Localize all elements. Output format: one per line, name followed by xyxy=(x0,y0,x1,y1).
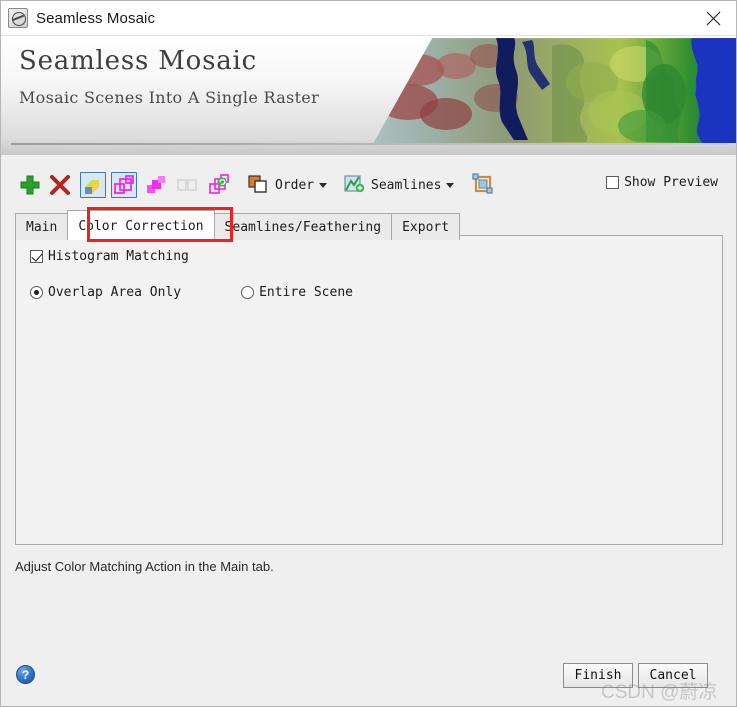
crop-frame-icon xyxy=(471,172,497,198)
radio-overlap-area-only-label: Overlap Area Only xyxy=(48,285,182,300)
order-menu-button[interactable]: Order xyxy=(246,169,328,201)
show-seams-button xyxy=(174,169,200,201)
cancel-button[interactable]: Cancel xyxy=(638,663,708,688)
banner-subtitle: Mosaic Scenes Into A Single Raster xyxy=(19,88,320,107)
seamless-mosaic-app-icon xyxy=(8,8,28,28)
tab-seamlines-feathering[interactable]: Seamlines/Feathering xyxy=(213,213,393,240)
add-scenes-button[interactable] xyxy=(17,169,43,201)
show-preview-checkbox-box[interactable] xyxy=(606,176,620,189)
help-button[interactable]: ? xyxy=(16,665,35,684)
toolbar: Order Seamlines Show Preview xyxy=(1,163,736,207)
magenta-outline-frames-icon xyxy=(111,172,137,198)
seamless-mosaic-dialog: Seamless Mosaic Seamless Mosaic Mosaic S… xyxy=(0,0,737,707)
tab-export[interactable]: Export xyxy=(391,213,461,240)
seamlines-menu-button[interactable]: Seamlines xyxy=(342,169,455,201)
plus-icon xyxy=(17,172,43,198)
title-bar: Seamless Mosaic xyxy=(1,1,736,36)
histogram-matching-checkbox[interactable]: Histogram Matching xyxy=(30,249,189,264)
show-preview-checkbox[interactable]: Show Preview xyxy=(606,175,718,190)
color-image-icon xyxy=(80,172,106,198)
banner: Seamless Mosaic Mosaic Scenes Into A Sin… xyxy=(1,36,736,155)
radio-overlap-area-only[interactable]: Overlap Area Only xyxy=(30,285,181,300)
show-preview-label: Show Preview xyxy=(624,175,718,190)
finish-button[interactable]: Finish xyxy=(563,663,633,688)
status-message: Adjust Color Matching Action in the Main… xyxy=(15,559,274,574)
magenta-filled-squares-icon xyxy=(143,172,169,198)
zoom-to-extent-button[interactable] xyxy=(471,169,497,201)
generate-overview-button[interactable] xyxy=(207,169,233,201)
gray-disabled-frames-icon xyxy=(174,172,200,198)
remove-scenes-button[interactable] xyxy=(47,169,73,201)
tab-main[interactable]: Main xyxy=(15,213,69,240)
histogram-matching-checkbox-box[interactable] xyxy=(30,250,43,263)
tab-bar: Main Color Correction Seamlines/Featheri… xyxy=(15,210,461,240)
banner-satellite-image xyxy=(373,38,736,143)
order-menu-label: Order xyxy=(275,177,315,193)
banner-title: Seamless Mosaic xyxy=(19,46,258,76)
radio-entire-scene-label: Entire Scene xyxy=(259,285,353,300)
show-image-button[interactable] xyxy=(80,169,106,201)
seamlines-green-icon xyxy=(342,172,368,198)
close-icon[interactable] xyxy=(690,1,736,35)
tab-export-label: Export xyxy=(402,220,450,235)
window-title: Seamless Mosaic xyxy=(36,9,156,27)
banner-divider xyxy=(11,143,728,145)
radio-entire-scene[interactable]: Entire Scene xyxy=(241,285,353,300)
show-footprints-button[interactable] xyxy=(111,169,137,201)
histogram-matching-label: Histogram Matching xyxy=(48,249,189,264)
stacked-squares-icon xyxy=(246,172,272,198)
chevron-down-icon xyxy=(446,182,455,188)
tab-color-correction[interactable]: Color Correction xyxy=(67,210,215,240)
tab-seamlines-feathering-label: Seamlines/Feathering xyxy=(224,220,382,235)
seamlines-menu-label: Seamlines xyxy=(371,177,442,193)
red-x-icon xyxy=(47,172,73,198)
tab-main-label: Main xyxy=(26,220,58,235)
tab-color-correction-label: Color Correction xyxy=(78,219,204,234)
radio-entire-scene-button[interactable] xyxy=(241,286,255,299)
magenta-green-refresh-frames-icon xyxy=(207,172,233,198)
color-matching-scope-group: Overlap Area Only Entire Scene xyxy=(30,285,353,300)
chevron-down-icon xyxy=(319,182,328,188)
color-correction-panel: Histogram Matching Overlap Area Only Ent… xyxy=(15,235,723,545)
show-overlaps-button[interactable] xyxy=(143,169,169,201)
radio-overlap-area-only-button[interactable] xyxy=(30,286,43,299)
